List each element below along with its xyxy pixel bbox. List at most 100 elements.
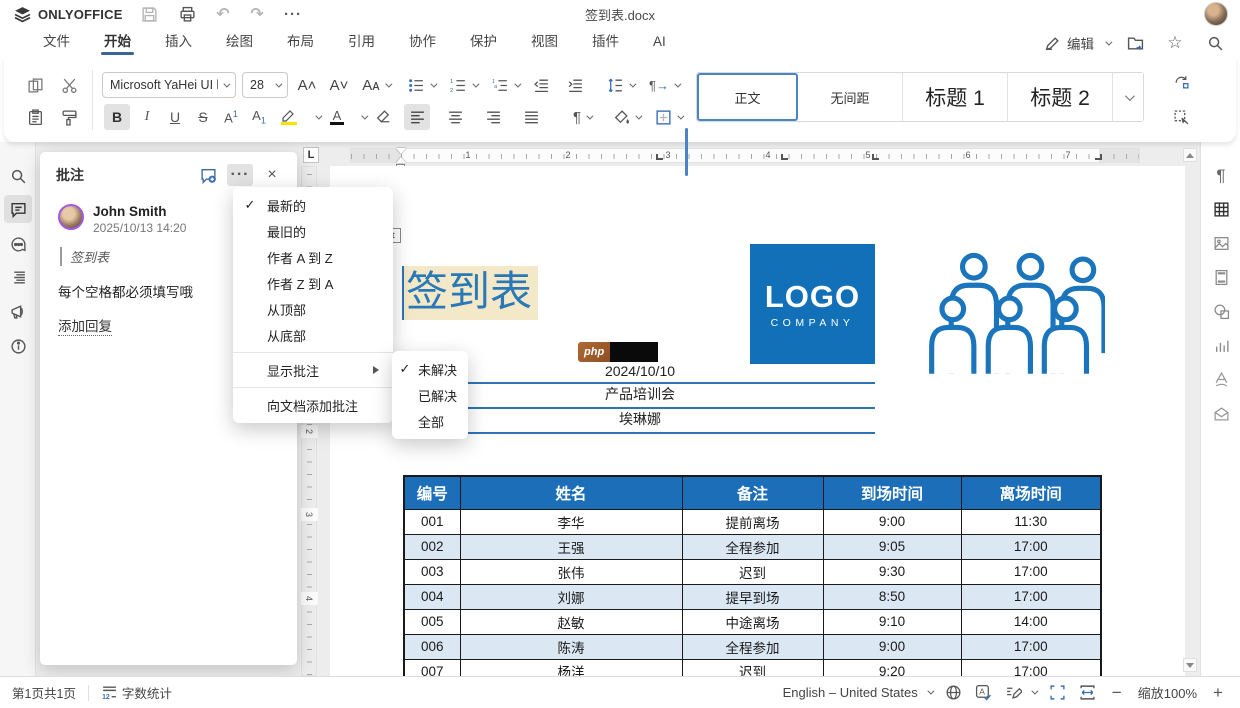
table-cell[interactable]: 提早到场 <box>682 584 823 609</box>
table-cell[interactable]: 9:30 <box>823 559 961 584</box>
table-row[interactable]: 006 陈涛 全程参加 9:00 17:00 <box>404 634 1101 659</box>
sidebar-chat-button[interactable] <box>4 230 32 258</box>
table-cell[interactable]: 9:00 <box>823 634 961 659</box>
font-name-select[interactable]: Microsoft YaHei UI l <box>102 72 236 98</box>
table-cell[interactable]: 中途离场 <box>682 609 823 634</box>
table-cell[interactable]: 006 <box>404 634 460 659</box>
paragraph-direction-button[interactable]: ¶→ <box>646 72 682 98</box>
table-cell[interactable]: 007 <box>404 659 460 676</box>
style-heading1[interactable]: 标题 1 <box>903 73 1008 121</box>
select-all-button[interactable] <box>1168 104 1194 130</box>
table-row[interactable]: 002 王强 全程参加 9:05 17:00 <box>404 534 1101 559</box>
search-button[interactable] <box>1200 31 1230 55</box>
superscript-button[interactable]: A1 <box>218 104 244 130</box>
table-row[interactable]: 007 杨洋 迟到 9:20 17:00 <box>404 659 1101 676</box>
fit-width-button[interactable] <box>1079 684 1096 701</box>
table-cell[interactable]: 001 <box>404 509 460 534</box>
horizontal-ruler[interactable]: 1 2 3 4 5 6 7 <box>350 148 1140 163</box>
sidebar-comments-button[interactable] <box>4 195 32 223</box>
tab-collaboration[interactable]: 协作 <box>392 28 453 58</box>
numbered-list-button[interactable]: 12 <box>446 72 480 98</box>
style-heading2[interactable]: 标题 2 <box>1008 73 1113 121</box>
hanging-indent-marker[interactable] <box>396 152 406 163</box>
scroll-up-button[interactable] <box>1183 148 1197 162</box>
favorite-button[interactable]: ☆ <box>1160 31 1190 55</box>
zoom-in-button[interactable]: + <box>1210 683 1226 703</box>
increase-font-button[interactable]: A˄ <box>294 72 320 98</box>
submenu-item-all[interactable]: 全部 <box>392 408 468 434</box>
form-field-host[interactable]: 埃琳娜 <box>405 410 875 434</box>
people-group-image[interactable] <box>925 250 1105 374</box>
style-no-spacing[interactable]: 无间距 <box>798 73 903 121</box>
doc-heading[interactable]: 签到表 <box>402 266 538 320</box>
tab-view[interactable]: 视图 <box>514 28 575 58</box>
table-cell[interactable]: 迟到 <box>682 559 823 584</box>
highlight-color-button[interactable] <box>276 104 302 130</box>
scroll-down-button[interactable] <box>1183 658 1197 672</box>
table-row[interactable]: 001 李华 提前离场 9:00 11:30 <box>404 509 1101 534</box>
menu-item-from-top[interactable]: 从顶部 <box>233 296 393 322</box>
table-cell[interactable]: 9:00 <box>823 509 961 534</box>
change-case-button[interactable]: Aᴀ <box>358 72 394 98</box>
word-count-button[interactable]: 12 字数统计 <box>101 683 172 702</box>
tab-draw[interactable]: 绘图 <box>209 28 270 58</box>
save-button[interactable] <box>134 2 164 26</box>
table-cell[interactable]: 8:50 <box>823 584 961 609</box>
submenu-item-resolved[interactable]: 已解决 <box>392 382 468 408</box>
tab-layout[interactable]: 布局 <box>270 28 331 58</box>
tab-file[interactable]: 文件 <box>26 28 87 58</box>
table-cell[interactable]: 迟到 <box>682 659 823 676</box>
subscript-button[interactable]: A1 <box>246 104 272 130</box>
open-file-location-button[interactable] <box>1120 31 1150 55</box>
align-right-button[interactable] <box>480 104 506 130</box>
comments-sort-button[interactable]: ··· <box>227 164 253 186</box>
spell-check-button[interactable]: A <box>975 684 992 701</box>
borders-button[interactable] <box>650 104 686 130</box>
format-painter-button[interactable] <box>56 104 82 130</box>
table-cell[interactable]: 11:30 <box>961 509 1101 534</box>
table-cell[interactable]: 17:00 <box>961 584 1101 609</box>
table-cell[interactable]: 张伟 <box>460 559 682 584</box>
strikethrough-button[interactable]: S <box>190 104 216 130</box>
right-indent-marker[interactable] <box>1095 154 1102 160</box>
table-cell[interactable]: 004 <box>404 584 460 609</box>
document-language-button[interactable] <box>945 684 962 701</box>
table-cell[interactable]: 陈涛 <box>460 634 682 659</box>
table-cell[interactable]: 14:00 <box>961 609 1101 634</box>
table-cell[interactable]: 17:00 <box>961 534 1101 559</box>
textart-settings-button[interactable] <box>1212 370 1230 388</box>
table-cell[interactable]: 杨洋 <box>460 659 682 676</box>
tab-plugins[interactable]: 插件 <box>575 28 636 58</box>
table-row[interactable]: 005 赵敏 中途离场 9:10 14:00 <box>404 609 1101 634</box>
close-comments-button[interactable]: × <box>259 164 285 186</box>
zoom-out-button[interactable]: − <box>1109 683 1125 703</box>
bold-button[interactable]: B <box>104 104 130 130</box>
form-field-date[interactable]: 2024/10/10 <box>405 360 875 384</box>
table-cell[interactable]: 17:00 <box>961 659 1101 676</box>
quick-access-more-button[interactable]: ··· <box>278 2 308 26</box>
paste-button[interactable] <box>22 104 48 130</box>
zoom-level-label[interactable]: 缩放100% <box>1138 683 1197 702</box>
page-count-label[interactable]: 第1页共1页 <box>12 683 76 702</box>
line-spacing-button[interactable] <box>602 72 638 98</box>
clear-formatting-button[interactable] <box>370 104 396 130</box>
sidebar-feedback-button[interactable] <box>4 297 32 325</box>
headers-footers-button[interactable] <box>1212 268 1230 286</box>
multilevel-list-button[interactable]: 1a <box>488 72 522 98</box>
table-cell[interactable]: 002 <box>404 534 460 559</box>
paragraph-settings-button[interactable]: ¶ <box>1212 167 1230 185</box>
tab-stop-marker[interactable] <box>872 154 879 160</box>
sidebar-about-button[interactable] <box>4 332 32 360</box>
tab-protection[interactable]: 保护 <box>453 28 514 58</box>
company-logo-image[interactable]: LOGO COMPANY <box>750 244 875 364</box>
align-justify-button[interactable] <box>518 104 544 130</box>
menu-item-from-bottom[interactable]: 从底部 <box>233 322 393 348</box>
table-cell[interactable]: 全程参加 <box>682 534 823 559</box>
style-normal[interactable]: 正文 <box>697 73 798 121</box>
tab-stop-marker[interactable] <box>656 154 663 160</box>
user-avatar[interactable] <box>1204 2 1228 26</box>
replace-button[interactable] <box>1168 68 1194 94</box>
print-button[interactable] <box>172 2 202 26</box>
undo-button[interactable]: ↶ <box>208 2 238 26</box>
table-cell[interactable]: 005 <box>404 609 460 634</box>
